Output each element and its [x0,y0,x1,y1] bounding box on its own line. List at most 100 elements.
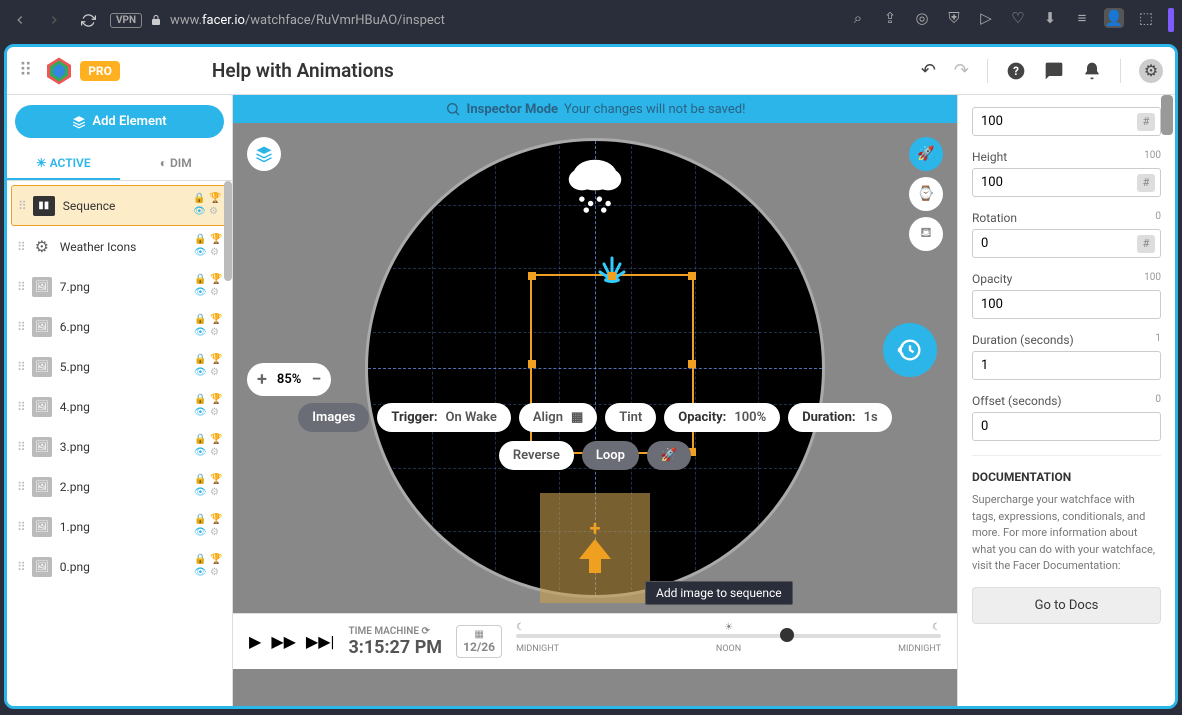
offset-input[interactable] [972,412,1161,441]
skip-button[interactable]: ▶▶| [306,632,335,651]
lock-icon[interactable]: 🔒 [194,234,206,246]
back-button[interactable] [8,8,32,32]
top-input[interactable] [972,107,1161,136]
duration-pill[interactable]: Duration:1s [788,403,892,432]
trophy-icon[interactable]: 🏆 [210,394,222,406]
fast-forward-button[interactable]: ▶▶ [271,632,296,651]
play-button[interactable]: ▶ [249,632,261,651]
chat-icon[interactable] [1044,61,1064,81]
forward-button[interactable] [42,8,66,32]
profile-icon[interactable]: 👤 [1104,8,1124,28]
lock-icon[interactable]: 🔒 [193,193,205,205]
drag-handle-icon[interactable]: ⠿ [17,520,24,534]
reload-button[interactable] [76,8,100,32]
layer-7png[interactable]: ⠿🖼7.png🔒🏆👁⚙ [11,267,228,306]
gear-icon[interactable]: ⚙ [210,327,222,339]
lock-icon[interactable]: 🔒 [194,274,206,286]
layer-2png[interactable]: ⠿🖼2.png🔒🏆👁⚙ [11,467,228,506]
trophy-icon[interactable]: 🏆 [210,234,222,246]
trophy-icon[interactable]: 🏆 [210,314,222,326]
user-avatar[interactable]: ⚙ [1139,59,1163,83]
add-element-button[interactable]: Add Element [15,105,224,138]
trophy-icon[interactable]: 🏆 [210,434,222,446]
slider-track[interactable] [516,634,941,638]
layer-3png[interactable]: ⠿🖼3.png🔒🏆👁⚙ [11,427,228,466]
layer-weather-icons[interactable]: ⠿ ⚙ Weather Icons 🔒🏆👁⚙ [11,227,228,266]
lock-icon[interactable]: 🔒 [194,354,206,366]
eye-icon[interactable]: 👁 [194,527,206,539]
drag-handle-icon[interactable]: ⠿ [17,560,24,574]
gear-icon[interactable]: ⚙ [209,206,221,218]
watch-mode-button[interactable]: ⌚ [909,177,943,211]
hash-icon[interactable]: # [1137,174,1155,192]
slider-thumb[interactable] [780,628,794,642]
opacity-input[interactable] [972,290,1161,319]
gear-icon[interactable]: ⚙ [210,447,222,459]
scrollbar[interactable] [1161,95,1173,135]
loop-pill[interactable]: Loop [582,441,639,470]
add-image-dropzone[interactable]: + Add image to sequence [540,493,650,603]
layer-scrollbar[interactable] [224,181,232,281]
gear-icon[interactable]: ⚙ [210,527,222,539]
watch-canvas[interactable]: 🚀 ⌚ ⛾ + 85% − Images Trigger:On Wake Ali… [233,123,957,613]
layer-1png[interactable]: ⠿🖼1.png🔒🏆👁⚙ [11,507,228,546]
images-pill[interactable]: Images [298,403,369,432]
eye-icon[interactable]: 👁 [194,407,206,419]
hash-icon[interactable]: # [1137,113,1155,131]
logo-block[interactable]: PRO [44,56,120,86]
layer-sequence[interactable]: ⠿ ▮▮ Sequence 🔒🏆👁⚙ [11,185,228,226]
drag-handle-icon[interactable]: ⠿ [17,240,24,254]
trophy-icon[interactable]: 🏆 [210,354,222,366]
opacity-pill[interactable]: Opacity:100% [664,403,780,432]
layer-0png[interactable]: ⠿🖼0.png🔒🏆👁⚙ [11,547,228,586]
eye-icon[interactable]: 👁 [194,447,206,459]
layer-5png[interactable]: ⠿🖼5.png🔒🏆👁⚙ [11,347,228,386]
eye-icon[interactable]: 👁 [194,487,206,499]
heart-icon[interactable]: ♡ [1008,8,1028,28]
date-picker[interactable]: ▦ 12/26 [456,625,502,658]
eye-icon[interactable]: 👁 [194,287,206,299]
gear-icon[interactable]: ⚙ [210,287,222,299]
tab-active[interactable]: ☀ ACTIVE [7,148,120,180]
zoom-in-button[interactable]: + [257,369,267,390]
drag-handle-icon[interactable]: ⠿ [17,280,24,294]
eye-icon[interactable]: 👁 [194,247,206,259]
lock-icon[interactable]: 🔒 [194,514,206,526]
eye-icon[interactable]: 👁 [194,327,206,339]
trophy-icon[interactable]: 🏆 [210,554,222,566]
trophy-icon[interactable]: 🏆 [210,474,222,486]
eye-icon[interactable]: 👁 [194,367,206,379]
camera-icon[interactable]: ◎ [912,8,932,28]
lock-icon[interactable]: 🔒 [194,314,206,326]
reverse-pill[interactable]: Reverse [499,441,574,470]
gear-icon[interactable]: ⚙ [210,567,222,579]
trophy-icon[interactable]: 🏆 [210,514,222,526]
layer-6png[interactable]: ⠿🖼6.png🔒🏆👁⚙ [11,307,228,346]
eye-icon[interactable]: 👁 [194,567,206,579]
drag-handle-icon[interactable]: ⠿ [17,400,24,414]
send-to-watch-fab[interactable] [883,323,937,377]
layers-toggle-button[interactable] [247,137,281,171]
cube-icon[interactable]: ⬚ [1136,8,1156,28]
undo-button[interactable]: ↶ [921,60,936,81]
drag-handle-icon[interactable]: ⠿ [18,199,25,213]
lock-icon[interactable]: 🔒 [194,554,206,566]
drag-handle-icon[interactable]: ⠿ [17,360,24,374]
align-pill[interactable]: Align ▦ [519,403,597,432]
search-icon[interactable]: ⌕ [848,8,868,28]
list-icon[interactable]: ≡ [1072,8,1092,28]
menu-grip-icon[interactable]: ⠿ [19,60,32,81]
duration-input[interactable] [972,351,1161,380]
gear-icon[interactable]: ⚙ [210,247,222,259]
rocket-mode-button[interactable]: 🚀 [909,137,943,171]
sidebar-toggle[interactable] [1168,8,1174,32]
url-bar[interactable]: VPN www.facer.io/watchface/RuVmrHBuAO/in… [110,13,838,28]
trophy-icon[interactable]: 🏆 [210,274,222,286]
drag-handle-icon[interactable]: ⠿ [17,480,24,494]
layer-4png[interactable]: ⠿🖼4.png🔒🏆👁⚙ [11,387,228,426]
zoom-out-button[interactable]: − [311,369,321,390]
lock-icon[interactable]: 🔒 [194,394,206,406]
drag-handle-icon[interactable]: ⠿ [17,320,24,334]
gear-icon[interactable]: ⚙ [210,407,222,419]
filter-mode-button[interactable]: ⛾ [909,217,943,251]
